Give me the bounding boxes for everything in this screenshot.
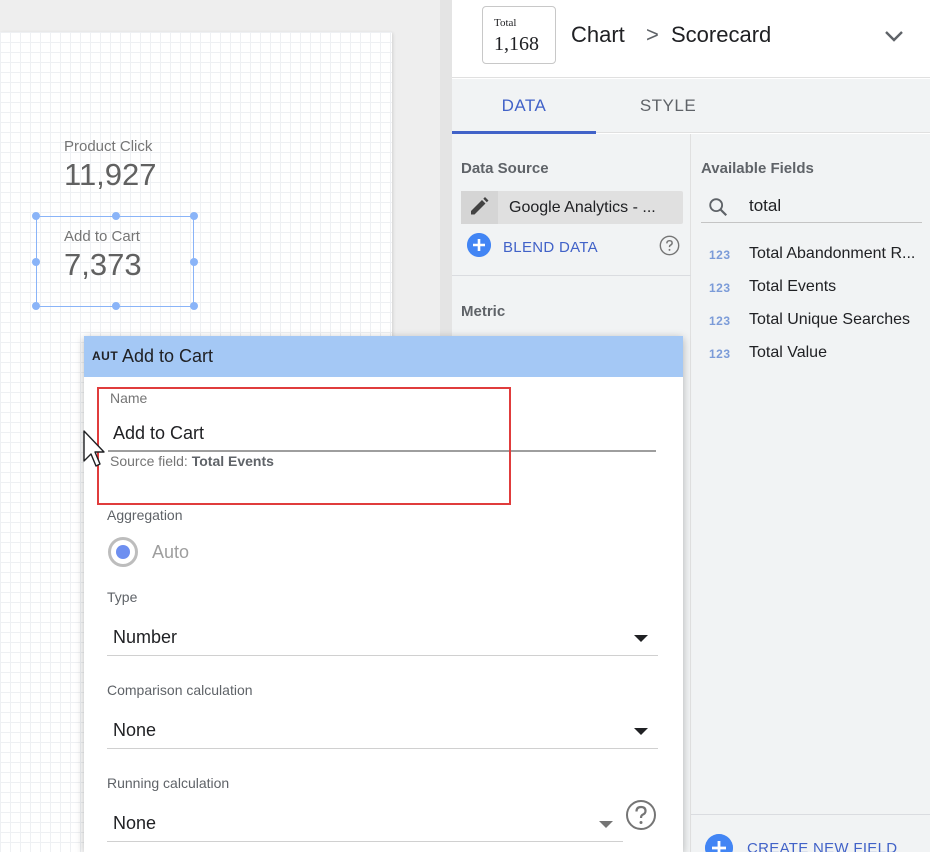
create-field-divider xyxy=(691,814,930,815)
number-type-icon: 123 xyxy=(709,248,731,262)
resize-handle-top[interactable] xyxy=(112,212,120,220)
aggregation-auto-radio[interactable] xyxy=(108,537,138,567)
mouse-pointer-icon xyxy=(83,430,105,467)
blend-data-button[interactable]: BLEND DATA xyxy=(503,239,598,256)
breadcrumb-chart: Chart xyxy=(571,22,625,47)
aggregation-label: Aggregation xyxy=(107,507,183,523)
scorecard-product-click[interactable]: Product Click 11,927 xyxy=(64,138,157,193)
panel-header: Total 1,168 Chart > Scorecard xyxy=(452,0,930,78)
field-edit-dialog: AUT Add to Cart Name Source field: Total… xyxy=(84,336,683,852)
chevron-down-icon[interactable] xyxy=(882,24,906,48)
field-item-total-events[interactable]: 123 Total Events xyxy=(709,278,924,298)
dropdown-arrow-icon xyxy=(634,635,648,642)
resize-handle-right[interactable] xyxy=(190,258,198,266)
tab-data[interactable]: DATA xyxy=(452,79,596,134)
dropdown-arrow-icon xyxy=(599,821,613,828)
available-fields-column: Available Fields total 123 Total Abandon… xyxy=(691,134,930,852)
type-select-value: Number xyxy=(113,627,178,647)
thumbnail-value: 1,168 xyxy=(494,33,539,55)
tab-style[interactable]: STYLE xyxy=(596,79,740,133)
field-name: Total Value xyxy=(749,344,827,361)
breadcrumb-separator: > xyxy=(646,22,659,47)
breadcrumb-chart-type: Scorecard xyxy=(671,22,772,47)
help-circle-icon[interactable] xyxy=(659,235,680,256)
plus-circle-icon[interactable] xyxy=(705,834,733,852)
panel-tabs: DATA STYLE xyxy=(452,79,930,134)
running-calculation-label: Running calculation xyxy=(107,775,230,791)
dropdown-arrow-icon xyxy=(634,728,648,735)
radio-selected-dot xyxy=(116,545,130,559)
field-item-total-value[interactable]: 123 Total Value xyxy=(709,344,924,364)
field-search-input[interactable]: total xyxy=(749,196,781,216)
resize-handle-bottom-right[interactable] xyxy=(190,302,198,310)
metric-title: Metric xyxy=(461,303,506,320)
edit-data-source-button[interactable] xyxy=(461,191,498,224)
data-source-selector[interactable]: Google Analytics - ... xyxy=(461,191,683,224)
aggregation-type-badge: AUT xyxy=(92,349,119,363)
field-item-total-abandonment[interactable]: 123 Total Abandonment R... xyxy=(709,245,924,265)
plus-circle-icon[interactable] xyxy=(467,233,491,257)
thumbnail-label: Total xyxy=(494,17,517,29)
aggregation-auto-label: Auto xyxy=(152,542,190,562)
type-select[interactable]: Number xyxy=(107,618,658,656)
annotation-highlight-box xyxy=(97,387,511,505)
search-icon xyxy=(709,198,728,217)
tab-style-label: STYLE xyxy=(639,96,697,115)
running-calculation-select[interactable]: None xyxy=(107,804,623,842)
scorecard-label: Product Click xyxy=(64,138,153,155)
dialog-header: AUT Add to Cart xyxy=(84,336,683,377)
number-type-icon: 123 xyxy=(709,314,731,328)
resize-handle-left[interactable] xyxy=(32,258,40,266)
field-name: Total Events xyxy=(749,278,837,295)
comparison-select-value: None xyxy=(113,720,157,740)
search-underline xyxy=(701,222,922,223)
number-type-icon: 123 xyxy=(709,281,731,295)
resize-handle-top-left[interactable] xyxy=(32,212,40,220)
create-new-field-button[interactable]: CREATE NEW FIELD xyxy=(747,840,897,852)
tab-data-label: DATA xyxy=(501,96,547,115)
resize-handle-top-right[interactable] xyxy=(190,212,198,220)
comparison-calculation-select[interactable]: None xyxy=(107,711,658,749)
dialog-title: Add to Cart xyxy=(122,346,214,366)
scorecard-value: 11,927 xyxy=(64,157,157,192)
pencil-icon xyxy=(471,197,489,215)
type-label: Type xyxy=(107,589,138,605)
help-circle-icon[interactable] xyxy=(625,799,657,831)
data-source-title: Data Source xyxy=(461,160,549,177)
number-type-icon: 123 xyxy=(709,347,731,361)
field-name: Total Unique Searches xyxy=(749,311,910,328)
running-select-value: None xyxy=(113,813,157,833)
resize-handle-bottom-left[interactable] xyxy=(32,302,40,310)
available-fields-title: Available Fields xyxy=(701,160,814,177)
chart-type-thumbnail[interactable]: Total 1,168 xyxy=(482,6,556,64)
field-item-total-unique-searches[interactable]: 123 Total Unique Searches xyxy=(709,311,924,331)
resize-handle-bottom[interactable] xyxy=(112,302,120,310)
field-name: Total Abandonment R... xyxy=(749,245,916,262)
data-source-name: Google Analytics - ... xyxy=(509,199,656,216)
selection-frame xyxy=(32,212,198,310)
comparison-calculation-label: Comparison calculation xyxy=(107,682,253,698)
section-divider xyxy=(452,275,691,276)
